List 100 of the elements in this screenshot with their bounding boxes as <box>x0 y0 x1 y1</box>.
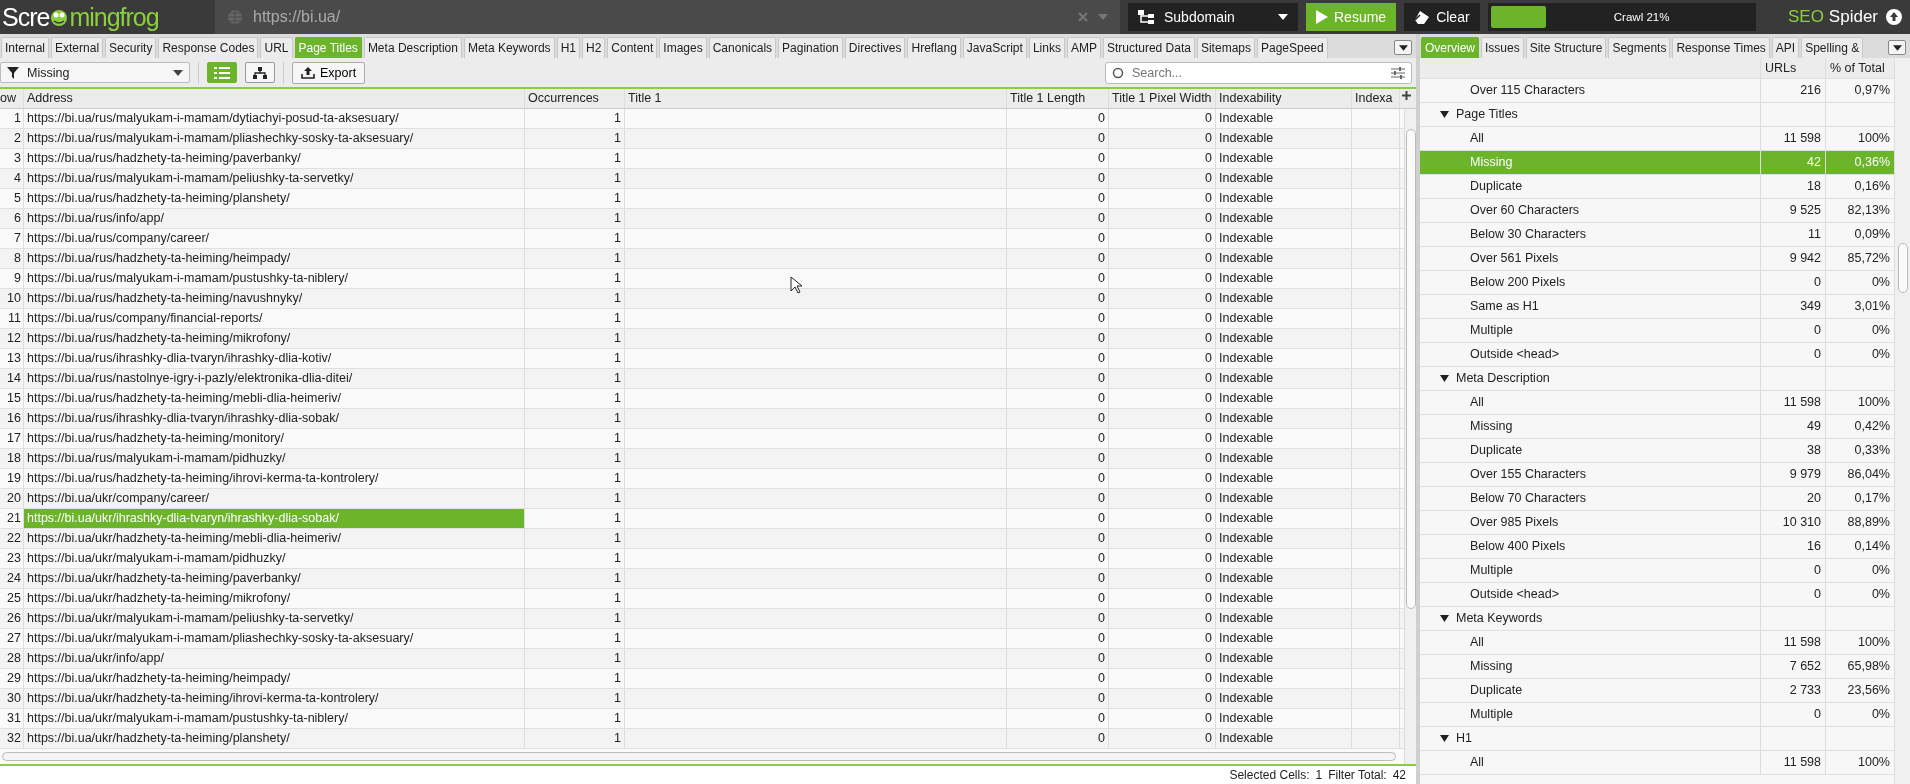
table-cell[interactable]: https://bi.ua/ukr/malyukam-i-mamam/pliashechky-sosky-ta-aksesuary/ <box>24 629 525 648</box>
column-header[interactable]: Indexa <box>1352 89 1400 108</box>
section-label[interactable]: Meta Description <box>1456 367 1550 390</box>
search-field[interactable]: Search... <box>1105 61 1412 84</box>
add-column-icon[interactable] <box>1402 91 1411 100</box>
table-cell[interactable]: https://bi.ua/ukr/malyukam-i-mamam/peliushky-ta-servetky/ <box>24 609 525 628</box>
table-cell[interactable]: https://bi.ua/ukr/hadzhety-ta-heiming/paverbanky/ <box>24 569 525 588</box>
tree-row[interactable]: All 11 598 100% <box>1420 631 1895 655</box>
tab[interactable]: Images <box>659 37 707 58</box>
table-cell[interactable]: https://bi.ua/rus/hadzhety-ta-heiming/mebli-dlia-heimeriv/ <box>24 389 525 408</box>
tree-row[interactable]: Below 70 Characters 20 0,17% <box>1420 487 1895 511</box>
table-cell[interactable]: https://bi.ua/rus/ihrashky-dlia-tvaryn/ihrashky-dlia-kotiv/ <box>24 349 525 368</box>
tab[interactable]: PageSpeed <box>1257 37 1328 58</box>
tab[interactable]: Response Codes <box>158 37 259 58</box>
tab[interactable]: Hreflang <box>907 37 961 58</box>
table-cell[interactable]: https://bi.ua/ukr/hadzhety-ta-heiming/mebli-dlia-heimeriv/ <box>24 529 525 548</box>
column-header[interactable]: Title 1 Pixel Width <box>1109 89 1216 108</box>
tree-row[interactable]: All 11 598 100% <box>1420 391 1895 415</box>
table-cell[interactable]: https://bi.ua/rus/malyukam-i-mamam/peliushky-ta-servetky/ <box>24 169 525 188</box>
tree-row[interactable]: All 11 598 100% <box>1420 751 1895 775</box>
export-button[interactable]: Export <box>292 61 366 84</box>
sliders-icon[interactable] <box>1391 66 1405 79</box>
section-label[interactable]: H1 <box>1456 727 1472 750</box>
tree-row[interactable]: Multiple 0 0% <box>1420 319 1895 343</box>
expander-icon[interactable] <box>1440 110 1449 119</box>
tree-row[interactable]: Over 155 Characters 9 979 86,04% <box>1420 463 1895 487</box>
section-label[interactable]: Page Titles <box>1456 103 1518 126</box>
table-cell[interactable]: https://bi.ua/rus/malyukam-i-mamam/dytiachyi-posud-ta-aksesuary/ <box>24 109 525 128</box>
tab[interactable]: Response Times <box>1672 37 1770 58</box>
expander-icon[interactable] <box>1440 374 1449 383</box>
tree-row[interactable]: Duplicate 38 0,33% <box>1420 439 1895 463</box>
tab[interactable]: Meta Description <box>363 37 462 58</box>
tree-row[interactable]: Duplicate 2 733 23,56% <box>1420 679 1895 703</box>
tabs-menu-button[interactable] <box>1394 40 1412 55</box>
table-cell[interactable]: https://bi.ua/ukr/info/app/ <box>24 649 525 668</box>
tab[interactable]: Meta Keywords <box>463 37 555 58</box>
tree-row[interactable]: Below 400 Pixels 16 0,14% <box>1420 535 1895 559</box>
table-cell[interactable]: https://bi.ua/ukr/hadzhety-ta-heiming/mikrofony/ <box>24 589 525 608</box>
table-cell[interactable]: https://bi.ua/rus/nastolnye-igry-i-pazly/elektronika-dlia-ditei/ <box>24 369 525 388</box>
table-cell[interactable]: https://bi.ua/ukr/company/career/ <box>24 489 525 508</box>
table-cell[interactable]: https://bi.ua/ukr/malyukam-i-mamam/pidhuzky/ <box>24 549 525 568</box>
expander-icon[interactable] <box>1440 614 1449 623</box>
table-cell[interactable]: https://bi.ua/rus/hadzhety-ta-heiming/ihrovi-kerma-ta-kontrolery/ <box>24 469 525 488</box>
table-cell[interactable]: https://bi.ua/rus/company/career/ <box>24 229 525 248</box>
scrollbar-thumb[interactable] <box>2 752 1396 761</box>
tree-row[interactable]: Over 561 Pixels 9 942 85,72% <box>1420 247 1895 271</box>
tab[interactable]: Security <box>105 37 157 58</box>
table-cell[interactable]: https://bi.ua/rus/hadzhety-ta-heiming/heimpady/ <box>24 249 525 268</box>
tab[interactable]: Directives <box>844 37 906 58</box>
table-cell[interactable]: https://bi.ua/rus/company/financial-reports/ <box>24 309 525 328</box>
column-header[interactable]: Occurrences <box>525 89 625 108</box>
section-label[interactable]: Meta Keywords <box>1456 607 1543 630</box>
tab[interactable]: Links <box>1028 37 1065 58</box>
view-toggle-button[interactable] <box>245 62 275 83</box>
tabs-menu-button[interactable] <box>1888 40 1906 55</box>
table-cell[interactable]: https://bi.ua/rus/malyukam-i-mamam/pustushky-ta-niblery/ <box>24 269 525 288</box>
tree-row[interactable]: Over 985 Pixels 10 310 88,89% <box>1420 511 1895 535</box>
expander-icon[interactable] <box>1440 734 1449 743</box>
column-header[interactable]: Indexability <box>1216 89 1352 108</box>
column-header[interactable]: ow <box>0 89 24 108</box>
column-header[interactable]: URLs <box>1761 58 1826 78</box>
tree-row[interactable]: Missing 49 0,42% <box>1420 415 1895 439</box>
tree-row[interactable]: Duplicate 18 0,16% <box>1420 175 1895 199</box>
tree-row[interactable]: Outside <head> 0 0% <box>1420 583 1895 607</box>
tree-row[interactable]: Over 115 Characters 216 0,97% <box>1420 79 1895 103</box>
mode-dropdown[interactable]: Subdomain <box>1128 3 1298 31</box>
tree-row[interactable]: Below 200 Pixels 0 0% <box>1420 271 1895 295</box>
filter-dropdown[interactable]: Missing <box>0 62 190 83</box>
tree-row[interactable]: Below 30 Characters 11 0,09% <box>1420 223 1895 247</box>
table-cell[interactable]: https://bi.ua/rus/hadzhety-ta-heiming/mikrofony/ <box>24 329 525 348</box>
tab[interactable]: Segments <box>1608 37 1671 58</box>
tab[interactable]: Pagination <box>778 37 843 58</box>
tree-row[interactable]: Multiple 0 0% <box>1420 703 1895 727</box>
tab[interactable]: External <box>51 37 104 58</box>
search-input[interactable]: Search... <box>1130 64 1385 81</box>
table-cell[interactable]: https://bi.ua/rus/hadzhety-ta-heiming/monitory/ <box>24 429 525 448</box>
tab[interactable]: Issues <box>1481 37 1524 58</box>
table-cell[interactable]: https://bi.ua/rus/ihrashky-dlia-tvaryn/ihrashky-dlia-sobak/ <box>24 409 525 428</box>
table-cell[interactable]: https://bi.ua/ukr/hadzhety-ta-heiming/planshety/ <box>24 729 525 748</box>
column-header[interactable]: Address <box>24 89 525 108</box>
table-cell[interactable]: https://bi.ua/rus/hadzhety-ta-heiming/planshety/ <box>24 189 525 208</box>
tab[interactable]: Content <box>607 37 658 58</box>
upload-icon[interactable] <box>1886 9 1902 25</box>
tab[interactable]: Site Structure <box>1525 37 1607 58</box>
tab[interactable]: AMP <box>1066 37 1101 58</box>
tab[interactable]: H1 <box>556 37 580 58</box>
tree-row[interactable]: Outside <head> 0 0% <box>1420 343 1895 367</box>
tab[interactable]: JavaScript <box>962 37 1027 58</box>
tree-row[interactable]: Multiple 0 0% <box>1420 559 1895 583</box>
tree-row[interactable]: Same as H1 349 3,01% <box>1420 295 1895 319</box>
tab[interactable]: API <box>1771 37 1800 58</box>
table-cell[interactable]: https://bi.ua/ukr/malyukam-i-mamam/pustushky-ta-niblery/ <box>24 709 525 728</box>
view-toggle-button[interactable] <box>207 62 237 83</box>
table-cell[interactable]: https://bi.ua/rus/hadzhety-ta-heiming/paverbanky/ <box>24 149 525 168</box>
tab[interactable]: Canonicals <box>708 37 777 58</box>
tab[interactable]: Spelling & <box>1801 37 1864 58</box>
table-cell[interactable]: https://bi.ua/rus/malyukam-i-mamam/pidhuzky/ <box>24 449 525 468</box>
tree-row[interactable]: Over 60 Characters 9 525 82,13% <box>1420 199 1895 223</box>
tab[interactable]: URL <box>260 37 293 58</box>
scrollbar-thumb[interactable] <box>1898 243 1908 293</box>
